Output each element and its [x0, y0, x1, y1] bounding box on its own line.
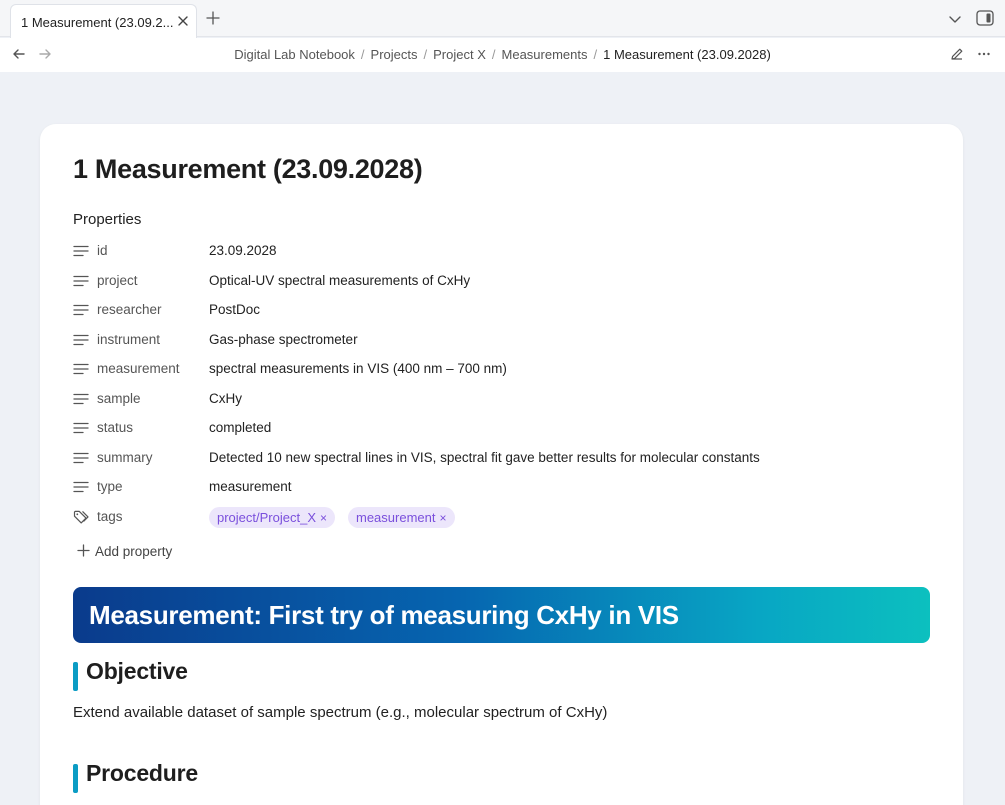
- tab-title: 1 Measurement (23.09.2...: [21, 15, 174, 30]
- add-property-label: Add property: [95, 544, 173, 559]
- section-heading-objective[interactable]: Objective: [86, 658, 188, 685]
- breadcrumb-separator: /: [360, 47, 365, 62]
- chevron-down-icon[interactable]: [948, 12, 962, 26]
- breadcrumb-current[interactable]: 1 Measurement (23.09.2028): [603, 47, 771, 62]
- breadcrumb-item[interactable]: Measurements: [502, 47, 588, 62]
- property-key: summary: [97, 449, 153, 465]
- breadcrumb-item[interactable]: Projects: [371, 47, 418, 62]
- close-icon[interactable]: [176, 14, 190, 28]
- section-accent-bar: [73, 662, 78, 691]
- property-row-tags[interactable]: tags project/Project_X × measurement ×: [73, 507, 933, 529]
- text-lines-icon: [73, 334, 89, 345]
- property-row-researcher[interactable]: researcher PostDoc: [73, 300, 933, 322]
- property-key: status: [97, 420, 134, 435]
- tag-pill[interactable]: project/Project_X ×: [209, 507, 336, 528]
- text-lines-icon: [73, 363, 89, 375]
- property-value[interactable]: Optical-UV spectral measurements of CxHy: [209, 273, 470, 288]
- property-key: project: [97, 272, 138, 288]
- property-key: researcher: [97, 302, 162, 317]
- text-lines-icon: [73, 481, 89, 493]
- section-accent-bar: [73, 764, 78, 793]
- property-key: tags: [97, 509, 123, 524]
- property-key: instrument: [97, 331, 161, 347]
- banner-heading[interactable]: Measurement: First try of measuring CxHy…: [89, 600, 679, 631]
- property-value[interactable]: completed: [209, 420, 271, 435]
- property-value[interactable]: Detected 10 new spectral lines in VIS, s…: [209, 450, 760, 465]
- plus-icon[interactable]: [205, 10, 221, 26]
- breadcrumb-item[interactable]: Digital Lab Notebook: [234, 47, 355, 62]
- property-key: id: [97, 243, 108, 258]
- plus-icon: [77, 544, 90, 557]
- tab-active[interactable]: 1 Measurement (23.09.2...: [10, 4, 197, 38]
- more-options-icon[interactable]: [977, 47, 991, 61]
- properties-heading[interactable]: Properties: [73, 211, 141, 228]
- text-lines-icon: [73, 452, 89, 463]
- property-row-id[interactable]: id 23.09.2028: [73, 241, 933, 263]
- tag-icon: [73, 510, 89, 524]
- section-heading-procedure[interactable]: Procedure: [86, 760, 198, 787]
- property-value[interactable]: measurement: [209, 479, 292, 494]
- tab-bar: 1 Measurement (23.09.2...: [0, 0, 1005, 38]
- property-value[interactable]: PostDoc: [209, 302, 260, 317]
- note-card: 1 Measurement (23.09.2028) Properties id…: [40, 124, 963, 805]
- text-lines-icon: [73, 245, 89, 257]
- property-row-sample[interactable]: sample CxHy: [73, 389, 933, 411]
- text-lines-icon: [73, 304, 89, 316]
- tag-remove-icon[interactable]: ×: [320, 511, 327, 525]
- breadcrumb: Digital Lab Notebook / Projects / Project X /…: [0, 47, 1005, 62]
- nav-bar: Digital Lab Notebook / Projects / Project X /…: [0, 38, 1005, 72]
- tag-label: project/Project_X: [217, 510, 316, 525]
- property-row-status[interactable]: status completed: [73, 418, 933, 440]
- property-key: type: [97, 479, 123, 494]
- sidebar-toggle-icon[interactable]: [976, 10, 994, 26]
- property-value[interactable]: CxHy: [209, 391, 242, 406]
- tag-pill[interactable]: measurement ×: [348, 507, 455, 528]
- section-paragraph[interactable]: Extend available dataset of sample spect…: [73, 704, 607, 721]
- property-row-type[interactable]: type measurement: [73, 477, 933, 499]
- property-value[interactable]: Gas-phase spectrometer: [209, 332, 358, 347]
- text-lines-icon: [73, 422, 89, 434]
- text-lines-icon: [73, 393, 89, 404]
- tag-label: measurement: [356, 510, 436, 525]
- property-row-summary[interactable]: summary Detected 10 new spectral lines in…: [73, 448, 933, 470]
- property-row-instrument[interactable]: instrument Gas-phase spectrometer: [73, 330, 933, 352]
- breadcrumb-item[interactable]: Project X: [433, 47, 486, 62]
- pencil-icon[interactable]: [950, 47, 964, 61]
- breadcrumb-separator: /: [423, 47, 428, 62]
- property-key: measurement: [97, 361, 180, 376]
- breadcrumb-separator: /: [491, 47, 496, 62]
- page-title[interactable]: 1 Measurement (23.09.2028): [73, 154, 423, 185]
- breadcrumb-separator: /: [593, 47, 598, 62]
- property-row-measurement[interactable]: measurement spectral measurements in VIS …: [73, 359, 933, 381]
- property-row-project[interactable]: project Optical-UV spectral measurements …: [73, 271, 933, 293]
- text-lines-icon: [73, 275, 89, 286]
- tag-remove-icon[interactable]: ×: [439, 511, 446, 525]
- property-key: sample: [97, 390, 141, 406]
- property-value[interactable]: spectral measurements in VIS (400 nm – 7…: [209, 361, 507, 376]
- property-value[interactable]: 23.09.2028: [209, 243, 277, 258]
- heading-banner: Measurement: First try of measuring CxHy…: [73, 587, 930, 643]
